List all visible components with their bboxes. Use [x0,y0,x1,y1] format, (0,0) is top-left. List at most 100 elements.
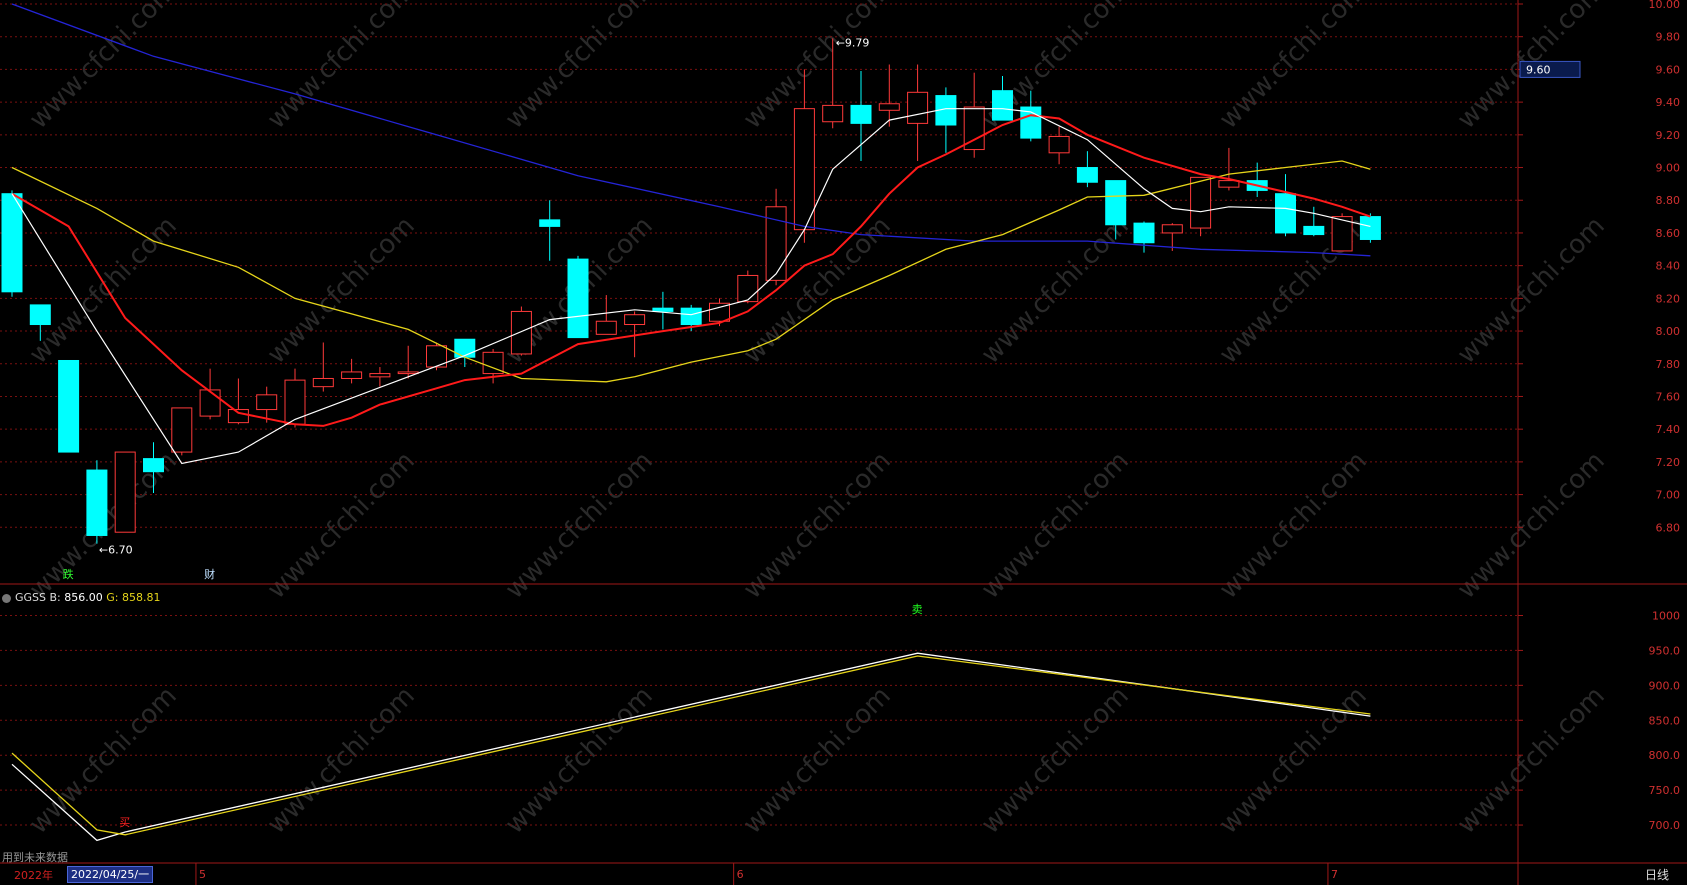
candle[interactable] [1133,221,1155,253]
watermark-text: www.cfchi.com [976,681,1135,840]
y-tick-label: 7.20 [1656,456,1681,469]
signal-marker: 跌 [63,567,74,581]
y-tick-label: 10.00 [1649,0,1681,11]
current-price-label: 9.60 [1526,63,1551,76]
y-tick-label: 8.80 [1656,194,1681,207]
candle-body [1161,224,1183,234]
candle[interactable] [1275,174,1296,237]
candle-body [284,379,306,425]
candle[interactable] [539,200,561,261]
candle-body [850,104,872,124]
candle[interactable] [963,72,985,158]
y-tick-label: 8.20 [1656,292,1681,305]
watermark-text: www.cfchi.com [500,0,659,135]
watermark-text: www.cfchi.com [500,446,659,605]
candle[interactable] [199,368,221,420]
g-label: G: [106,591,119,604]
candle[interactable] [765,188,787,286]
signal-marker: 卖 [912,603,923,616]
candle[interactable] [567,255,589,339]
candle-body [171,407,193,453]
sub-y-tick-label: 750.0 [1649,784,1681,797]
candle[interactable] [737,270,759,304]
candle[interactable] [58,359,80,453]
candle[interactable] [171,407,193,456]
candle-body [1048,135,1070,154]
g-value: 858.81 [122,591,161,604]
y-tick-label: 8.60 [1656,227,1681,240]
y-tick-label: 7.00 [1656,489,1681,502]
x-tick-label: 7 [1331,868,1338,881]
year-label: 2022年 [14,869,53,882]
candle[interactable] [1076,151,1098,188]
candle[interactable] [595,295,617,335]
candle[interactable] [1359,213,1381,243]
candle[interactable] [227,378,249,425]
candle-body [397,371,419,375]
candle-body [369,373,391,378]
candle[interactable] [652,291,674,330]
candle[interactable] [369,367,391,387]
candle[interactable] [1190,176,1212,237]
watermark-text: www.cfchi.com [976,446,1135,605]
watermark-text: www.cfchi.com [1214,0,1373,135]
candle[interactable] [341,358,363,384]
candle[interactable] [1303,206,1325,237]
candle-body [1076,167,1098,183]
y-tick-label: 9.20 [1656,129,1681,142]
y-tick-label: 7.80 [1656,358,1681,371]
candle-body [878,103,900,111]
watermark-text: www.cfchi.com [1452,681,1611,840]
candle[interactable] [114,451,136,533]
candle-body [1190,176,1212,229]
candle-body [58,359,80,453]
b-value: 856.00 [64,591,103,604]
watermark-text: www.cfchi.com [738,681,897,840]
candle-body [1303,225,1325,236]
candle[interactable] [1331,213,1353,252]
period-label[interactable]: 日线 [1645,866,1669,883]
candle-body [680,307,702,326]
indicator-line-b [11,652,1371,842]
y-tick-label: 9.60 [1656,63,1681,76]
x-tick-label: 5 [199,868,206,881]
candle[interactable] [86,460,108,544]
candle-body [907,91,929,124]
candle[interactable] [1218,147,1240,191]
candle-body [1105,180,1127,226]
candle[interactable] [1,190,23,297]
candle-body [312,377,334,388]
watermark-text: www.cfchi.com [738,446,897,605]
collapse-icon[interactable] [2,593,11,603]
high-annotation: ←9.79 [836,36,870,49]
watermark-text: www.cfchi.com [1214,446,1373,605]
candle-body [567,258,589,339]
stock-chart-canvas[interactable]: www.cfchi.com www.cfchi.com www.cfchi.com w… [0,0,1687,885]
candle[interactable] [850,71,872,161]
y-tick-label: 8.40 [1656,260,1681,273]
candle[interactable] [935,87,957,153]
footer-note: 用到未来数据 [2,851,68,864]
candle[interactable] [878,64,900,127]
candle[interactable] [1048,126,1070,165]
candle-body [595,320,617,335]
candle[interactable] [312,342,334,392]
indicator-panel[interactable]: 买卖 [11,603,1371,842]
candle[interactable] [284,368,306,428]
ma10-line [11,114,1371,427]
watermark-text: www.cfchi.com [262,681,421,840]
watermark-text: www.cfchi.com [262,0,421,135]
watermark-text: www.cfchi.com [262,211,421,370]
indicator-header: GGSS B: 856.00 G: 858.81 [2,591,161,604]
candle-body [822,104,844,123]
watermark-text: www.cfchi.com [1452,446,1611,605]
signal-marker: 财 [204,567,215,581]
y-tick-label: 6.80 [1656,521,1681,534]
b-label: B: [49,591,61,604]
low-annotation: ←6.70 [99,544,133,557]
watermark-text: www.cfchi.com [500,681,659,840]
y-tick-label: 9.00 [1656,162,1681,175]
candle-body [737,274,759,303]
candle-body [1275,193,1296,234]
candle-body [143,458,164,473]
